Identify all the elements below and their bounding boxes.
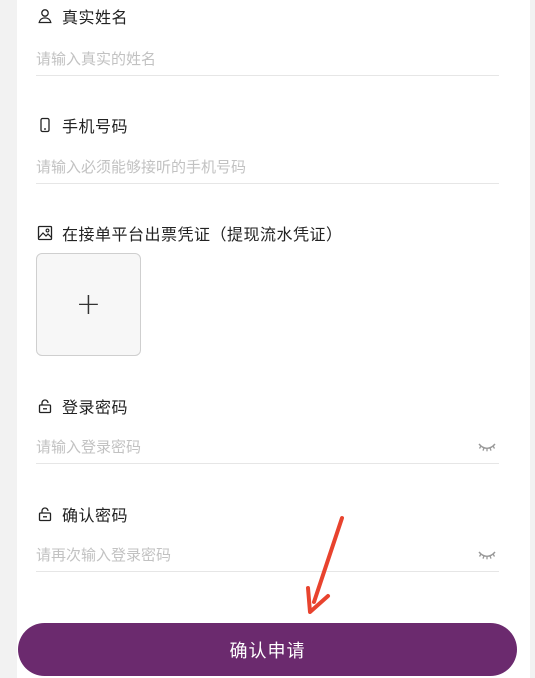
confirm-apply-button[interactable]: 确认申请 — [18, 623, 517, 676]
person-icon — [36, 7, 54, 25]
phone-icon — [36, 116, 54, 134]
upload-image-button[interactable]: + — [36, 253, 141, 356]
annotation-arrow-icon — [306, 516, 344, 614]
voucher-label: 在接单平台出票凭证（提现流水凭证） — [62, 225, 343, 244]
lock-icon — [36, 505, 54, 523]
eye-closed-icon[interactable] — [477, 440, 497, 454]
confirm-password-input[interactable] — [36, 539, 477, 570]
confirm-password-label: 确认密码 — [62, 506, 129, 525]
phone-label: 手机号码 — [62, 117, 129, 136]
password-label: 登录密码 — [62, 398, 129, 417]
name-input[interactable] — [36, 43, 499, 74]
phone-input[interactable] — [36, 151, 499, 182]
eye-closed-icon[interactable] — [477, 548, 497, 562]
lock-icon — [36, 397, 54, 415]
image-icon — [36, 224, 54, 242]
plus-icon: + — [75, 287, 102, 322]
password-input[interactable] — [36, 431, 477, 462]
name-label: 真实姓名 — [62, 8, 129, 27]
